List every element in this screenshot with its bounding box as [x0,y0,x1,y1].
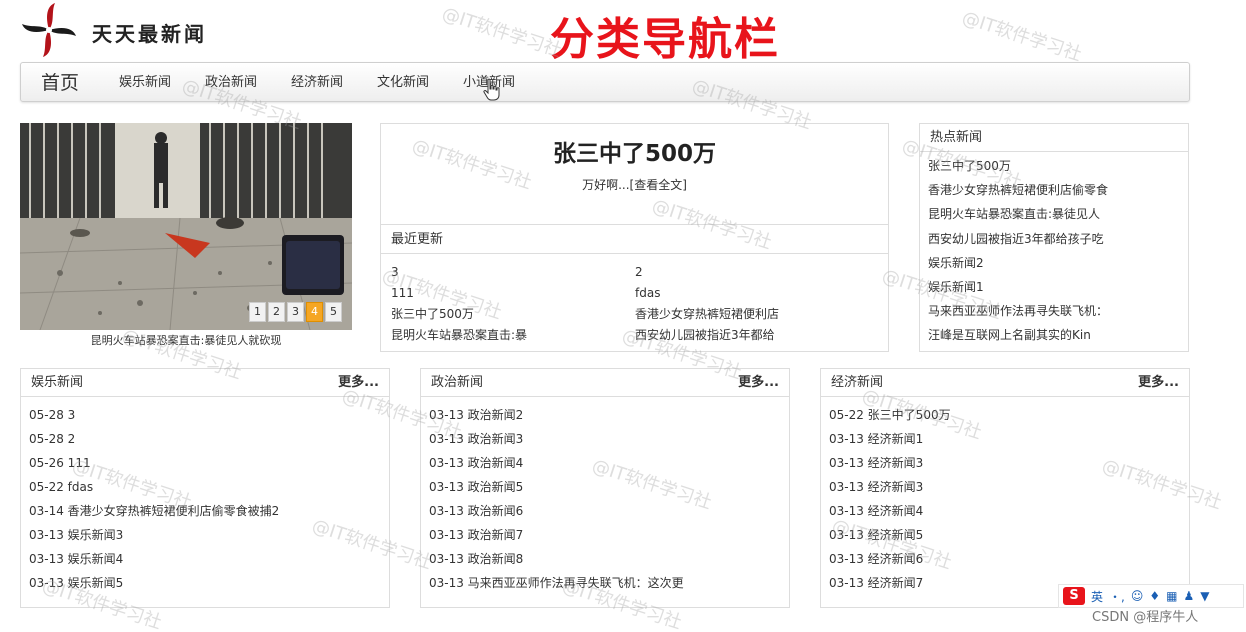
recent-updates-heading: 最近更新 [381,224,888,254]
entertainment-news-panel: 娱乐新闻 更多... 05-28 3 05-28 2 05-26 111 05-… [20,368,390,608]
recent-item[interactable]: 111 [391,283,635,304]
list-item[interactable]: 03-13 经济新闻3 [829,475,1181,499]
watermark: @IT软件学习社 [959,7,1085,66]
list-item[interactable]: 05-22 fdas [29,475,381,499]
politics-news-list: 03-13 政治新闻2 03-13 政治新闻3 03-13 政治新闻4 03-1… [421,397,789,595]
list-item[interactable]: 03-13 娱乐新闻4 [29,547,381,571]
nav-economy[interactable]: 经济新闻 [291,63,343,103]
carousel-caption[interactable]: 昆明火车站暴恐案直击:暴徒见人就砍现 [20,332,352,348]
user-icon[interactable]: ♟ [1183,589,1194,603]
ime-language-toggle[interactable]: 英 [1091,588,1103,605]
carousel-page-1[interactable]: 1 [249,302,266,322]
economy-news-heading: 经济新闻 [831,375,884,390]
headline-summary-line: 万好啊...[查看全文] [381,176,888,193]
headline-title[interactable]: 张三中了500万 [381,134,888,168]
politics-more-link[interactable]: 更多... [738,369,779,397]
recent-item[interactable]: 西安幼儿园被指近3年都给 [635,325,879,346]
shirt-icon[interactable]: ▼ [1200,589,1209,603]
carousel-page-5[interactable]: 5 [325,302,342,322]
recent-item[interactable]: 昆明火车站暴恐案直击:暴 [391,325,635,346]
carousel-page-3[interactable]: 3 [287,302,304,322]
site-title: 天天最新闻 [92,22,207,46]
list-item[interactable]: 05-28 2 [29,427,381,451]
list-item[interactable]: 03-13 经济新闻6 [829,547,1181,571]
list-item[interactable]: 03-14 香港少女穿热裤短裙便利店偷零食被捕2 [29,499,381,523]
headline-summary: 万好啊... [582,178,630,192]
list-item[interactable]: 05-28 3 [29,403,381,427]
list-item[interactable]: 03-13 政治新闻6 [429,499,781,523]
list-item[interactable]: 05-26 111 [29,451,381,475]
recent-item[interactable]: 2 [635,262,879,283]
economy-news-header: 经济新闻 更多... [821,369,1189,397]
hot-news-item[interactable]: 马来西亚巫师作法再寻失联飞机： [928,299,1180,323]
ime-toolbar[interactable]: S 英 ・, ☺ ♦ ▦ ♟ ▼ [1058,584,1244,608]
entertainment-news-heading: 娱乐新闻 [31,375,84,390]
nav-home[interactable]: 首页 [41,63,79,103]
economy-news-panel: 经济新闻 更多... 05-22 张三中了500万 03-13 经济新闻1 03… [820,368,1190,608]
hot-news-item[interactable]: 香港少女穿热裤短裙便利店偷零食 [928,178,1180,202]
list-item[interactable]: 03-13 政治新闻4 [429,451,781,475]
economy-news-list: 05-22 张三中了500万 03-13 经济新闻1 03-13 经济新闻3 0… [821,397,1189,595]
hot-news-item[interactable]: 汪峰是互联网上名副其实的Kin [928,323,1180,347]
list-item[interactable]: 03-13 娱乐新闻3 [29,523,381,547]
recent-item[interactable]: fdas [635,283,879,304]
list-item[interactable]: 03-13 政治新闻2 [429,403,781,427]
footer-credit: CSDN @程序牛人 [1092,610,1199,625]
list-item[interactable]: 03-13 经济新闻4 [829,499,1181,523]
microphone-icon[interactable]: ♦ [1149,589,1160,603]
economy-more-link[interactable]: 更多... [1138,369,1179,397]
recent-item[interactable]: 张三中了500万 [391,304,635,325]
carousel-image [20,123,352,330]
carousel-pager: 1 2 3 4 5 [249,302,342,322]
list-item[interactable]: 03-13 马来西亚巫师作法再寻失联飞机：这次更 [429,571,781,595]
politics-news-panel: 政治新闻 更多... 03-13 政治新闻2 03-13 政治新闻3 03-13… [420,368,790,608]
list-item[interactable]: 03-13 政治新闻5 [429,475,781,499]
hot-news-item[interactable]: 娱乐新闻2 [928,251,1180,275]
list-item[interactable]: 03-13 娱乐新闻5 [29,571,381,595]
recent-item[interactable]: 香港少女穿热裤短裙便利店 [635,304,879,325]
hot-news-panel: 热点新闻 张三中了500万 香港少女穿热裤短裙便利店偷零食 昆明火车站暴恐案直击… [919,123,1189,352]
emoji-icon[interactable]: ☺ [1131,589,1144,603]
nav-politics[interactable]: 政治新闻 [205,63,257,103]
annotation-label: 分类导航栏 [550,14,780,65]
list-item[interactable]: 03-13 经济新闻3 [829,451,1181,475]
list-item[interactable]: 05-22 张三中了500万 [829,403,1181,427]
site-logo [22,3,76,57]
headline-panel: 张三中了500万 万好啊...[查看全文] 最近更新 3 2 111 fdas … [380,123,889,352]
hot-news-item[interactable]: 张三中了500万 [928,154,1180,178]
entertainment-more-link[interactable]: 更多... [338,369,379,397]
entertainment-news-header: 娱乐新闻 更多... [21,369,389,397]
carousel-page-2[interactable]: 2 [268,302,285,322]
carousel-page-4[interactable]: 4 [306,302,323,322]
sogou-logo-icon: S [1063,587,1085,605]
list-item[interactable]: 03-13 经济新闻1 [829,427,1181,451]
hot-news-item[interactable]: 娱乐新闻1 [928,275,1180,299]
list-item[interactable]: 03-13 政治新闻8 [429,547,781,571]
hot-news-list: 张三中了500万 香港少女穿热裤短裙便利店偷零食 昆明火车站暴恐案直击:暴徒见人… [920,152,1188,348]
watermark: @IT软件学习社 [439,3,565,62]
recent-item[interactable]: 3 [391,262,635,283]
punctuation-icon[interactable]: ・, [1109,588,1125,605]
nav-culture[interactable]: 文化新闻 [377,63,429,103]
hot-news-heading: 热点新闻 [920,124,1188,152]
recent-updates-list: 3 2 111 fdas 张三中了500万 香港少女穿热裤短裙便利店 昆明火车站… [391,262,881,346]
keyboard-icon[interactable]: ▦ [1166,589,1177,603]
list-item[interactable]: 03-13 经济新闻5 [829,523,1181,547]
hot-news-item[interactable]: 昆明火车站暴恐案直击:暴徒见人 [928,202,1180,226]
hand-cursor-icon [483,78,500,101]
category-navbar: 首页 娱乐新闻 政治新闻 经济新闻 文化新闻 小道新闻 [20,62,1190,102]
politics-news-header: 政治新闻 更多... [421,369,789,397]
news-carousel[interactable]: 1 2 3 4 5 [20,123,352,330]
hot-news-item[interactable]: 西安幼儿园被指近3年都给孩子吃 [928,227,1180,251]
list-item[interactable]: 03-13 政治新闻3 [429,427,781,451]
politics-news-heading: 政治新闻 [431,375,484,390]
nav-entertainment[interactable]: 娱乐新闻 [119,63,171,103]
entertainment-news-list: 05-28 3 05-28 2 05-26 111 05-22 fdas 03-… [21,397,389,595]
list-item[interactable]: 03-13 政治新闻7 [429,523,781,547]
read-more-link[interactable]: [查看全文] [630,178,687,192]
